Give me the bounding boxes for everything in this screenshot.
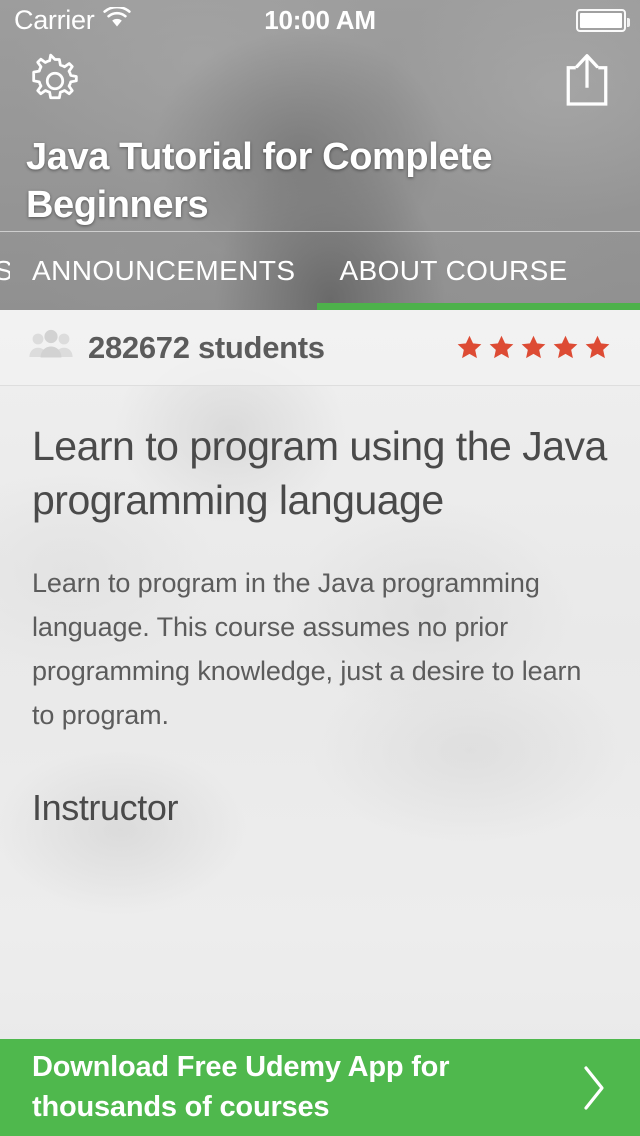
wifi-icon — [102, 5, 132, 34]
status-bar: Carrier 10:00 AM — [0, 0, 640, 40]
course-headline: Learn to program using the Java programm… — [32, 423, 607, 524]
app-screen: Carrier 10:00 AM Java Tutorial for Compl… — [0, 0, 640, 1136]
battery-fill — [580, 12, 622, 28]
course-description: Learn to program in the Java programming… — [32, 568, 582, 731]
carrier-label: Carrier — [14, 4, 95, 35]
battery-icon — [576, 8, 630, 32]
status-bar-left: Carrier — [14, 4, 320, 35]
gear-icon — [26, 52, 84, 115]
people-icon — [28, 328, 74, 367]
tab-about-course[interactable]: ABOUT COURSE — [317, 232, 640, 310]
nav-icon-row — [0, 46, 640, 116]
students-count: 282672 students — [88, 329, 325, 365]
star-icon — [489, 335, 514, 359]
rating-stars — [455, 333, 612, 362]
about-course-content: Learn to program using the Java programm… — [0, 387, 640, 1038]
status-bar-right — [320, 8, 630, 32]
download-app-banner[interactable]: Download Free Udemy App for thousands of… — [0, 1039, 640, 1136]
tab-bar: S ANNOUNCEMENTS ABOUT COURSE — [0, 232, 640, 310]
star-icon — [553, 335, 578, 359]
instructor-heading: Instructor — [32, 787, 179, 829]
students-group: 282672 students — [28, 328, 455, 367]
star-icon — [585, 335, 610, 359]
tab-previous-partial[interactable]: S — [0, 232, 10, 310]
share-icon — [562, 49, 612, 114]
page-title: Java Tutorial for Complete Beginners — [26, 136, 493, 227]
star-icon — [521, 335, 546, 359]
settings-button[interactable] — [22, 52, 88, 114]
chevron-right-icon — [572, 1064, 616, 1112]
course-stats-row: 282672 students — [0, 310, 640, 386]
tab-announcements[interactable]: ANNOUNCEMENTS — [10, 232, 317, 310]
share-button[interactable] — [556, 48, 618, 114]
star-icon — [457, 335, 482, 359]
banner-label: Download Free Udemy App for thousands of… — [32, 1051, 450, 1123]
